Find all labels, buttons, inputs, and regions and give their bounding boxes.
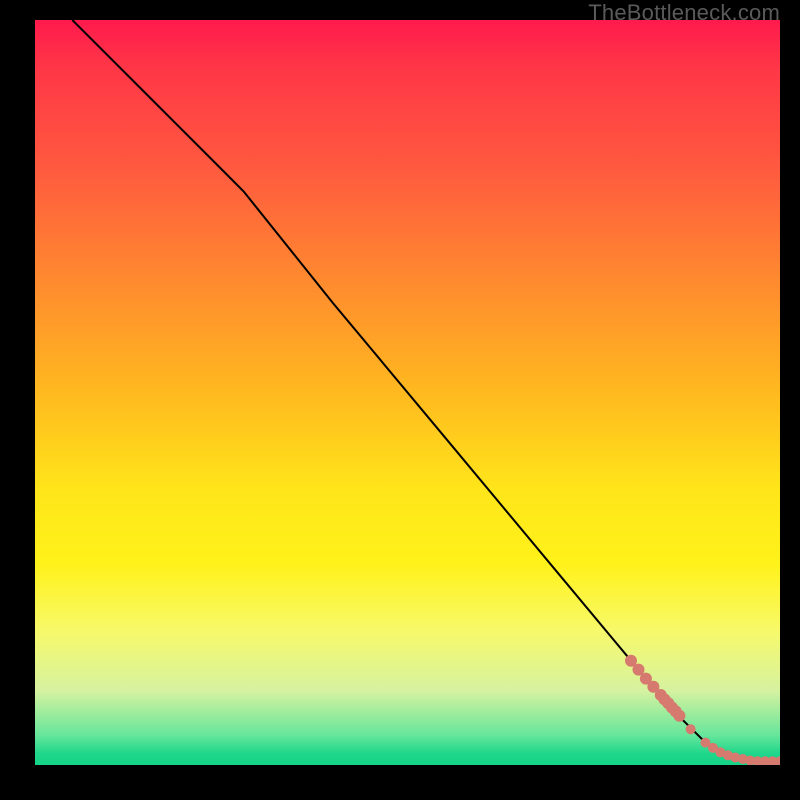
data-point [686,724,696,734]
watermark-text: TheBottleneck.com [588,0,780,26]
curve-line [72,20,780,761]
border-bottom [0,765,800,800]
border-right [780,0,800,800]
chart-frame [35,20,780,765]
scatter-points [625,655,785,767]
border-left [0,0,35,800]
chart-overlay [35,20,780,765]
data-point [673,710,685,722]
